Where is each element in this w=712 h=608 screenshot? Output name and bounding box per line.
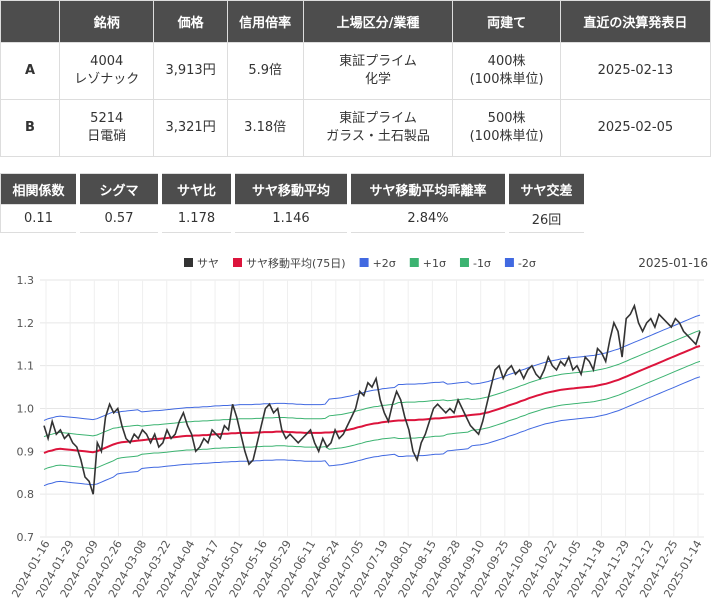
legend-label: +1σ	[423, 257, 446, 270]
market-name: 東証プライム	[339, 54, 417, 69]
y-tick-label: 1.2	[17, 317, 35, 330]
price-cell: 3,321円	[153, 99, 228, 157]
deviation-rate-value: 2.84%	[348, 204, 509, 233]
hedge-cell: 500株 (100株単位)	[452, 99, 561, 157]
y-tick-label: 0.9	[17, 445, 35, 458]
market-cell: 東証プライム 化学	[302, 42, 454, 100]
row-label: A	[0, 42, 60, 100]
legend-swatch	[459, 258, 469, 267]
header-ratio: サヤ比	[159, 173, 235, 205]
stock-name: 日電硝	[87, 129, 127, 144]
y-tick-label: 1.0	[17, 403, 35, 416]
header-correlation: 相関係数	[0, 173, 80, 205]
moving-average-value: 1.146	[232, 204, 351, 233]
margin-cell: 5.9倍	[226, 42, 304, 100]
earnings-date-cell: 2025-02-05	[559, 99, 712, 157]
sigma-value: 0.57	[77, 204, 162, 233]
price-cell: 3,913円	[153, 42, 228, 100]
legend-swatch	[359, 258, 369, 267]
earnings-date-cell: 2025-02-13	[559, 42, 712, 100]
header-price: 価格	[153, 0, 228, 43]
legend-swatch	[409, 258, 419, 267]
legend-swatch	[233, 258, 242, 267]
margin-cell: 3.18倍	[226, 99, 304, 157]
hedge-unit: (100株単位)	[469, 72, 544, 87]
stock-cell: 4004 レゾナック	[58, 42, 155, 100]
table-row: A 4004 レゾナック 3,913円 5.9倍 東証プライム 化学 400株 (10…	[0, 42, 712, 100]
sector-name: 化学	[365, 72, 392, 87]
y-tick-label: 0.7	[17, 531, 35, 544]
legend-label: サヤ	[197, 257, 219, 270]
hedge-shares: 400株	[487, 54, 526, 69]
legend-swatch	[504, 258, 514, 267]
hedge-cell: 400株 (100株単位)	[452, 42, 561, 100]
correlation-value: 0.11	[0, 204, 80, 233]
market-name: 東証プライム	[339, 111, 417, 126]
header-stock: 銘柄	[58, 0, 155, 43]
header-market-sector: 上場区分/業種	[302, 0, 454, 43]
sector-name: ガラス・土石製品	[326, 129, 430, 144]
chart-legend: サヤ サヤ移動平均(75日) +2σ +1σ -1σ -2σ	[184, 256, 536, 270]
chart-date-label: 2025-01-16	[638, 256, 708, 270]
cross-count-value: 26回	[506, 204, 588, 233]
row-label: B	[0, 99, 60, 157]
header-margin-ratio: 信用倍率	[226, 0, 304, 43]
y-tick-label: 0.8	[17, 488, 35, 501]
header-hedge: 両建て	[452, 0, 561, 43]
ratio-value: 1.178	[159, 204, 235, 233]
y-axis-ticks: 0.7 0.8 0.9 1.0 1.1 1.2 1.3	[17, 274, 35, 544]
pair-info-table: 銘柄 価格 信用倍率 上場区分/業種 両建て 直近の決算発表日 A 4004 レゾ…	[0, 0, 712, 157]
stock-cell: 5214 日電硝	[58, 99, 155, 157]
x-axis-ticks: 2024-01-162024-01-292024-02-092024-02-26…	[9, 538, 704, 600]
legend-swatch	[184, 258, 193, 267]
legend-label: -2σ	[518, 257, 536, 270]
y-tick-label: 1.3	[17, 274, 35, 287]
legend-label: -1σ	[473, 257, 491, 270]
header-blank	[0, 0, 60, 43]
hedge-unit: (100株単位)	[469, 129, 544, 144]
chart-grid	[40, 279, 704, 538]
market-cell: 東証プライム ガラス・土石製品	[302, 99, 454, 157]
header-deviation-rate: サヤ移動平均乖離率	[348, 173, 509, 205]
legend-label: サヤ移動平均(75日)	[246, 256, 346, 270]
header-sigma: シグマ	[77, 173, 162, 205]
header-cross-count: サヤ交差	[506, 173, 588, 205]
hedge-shares: 500株	[487, 111, 526, 126]
header-earnings-date: 直近の決算発表日	[559, 0, 712, 43]
y-tick-label: 1.1	[17, 360, 35, 373]
stock-code: 5214	[90, 111, 124, 126]
stock-name: レゾナック	[74, 72, 140, 87]
spread-line-chart: サヤ サヤ移動平均(75日) +2σ +1σ -1σ -2σ 2025-01-16 0.7…	[9, 256, 708, 600]
stock-code: 4004	[90, 54, 124, 69]
table-row: B 5214 日電硝 3,321円 3.18倍 東証プライム ガラス・土石製品 50…	[0, 99, 712, 157]
stats-table: 相関係数 シグマ サヤ比 サヤ移動平均 サヤ移動平均乖離率 サヤ交差 0.11 …	[0, 173, 588, 233]
legend-label: +2σ	[373, 257, 396, 270]
header-moving-average: サヤ移動平均	[232, 173, 351, 205]
